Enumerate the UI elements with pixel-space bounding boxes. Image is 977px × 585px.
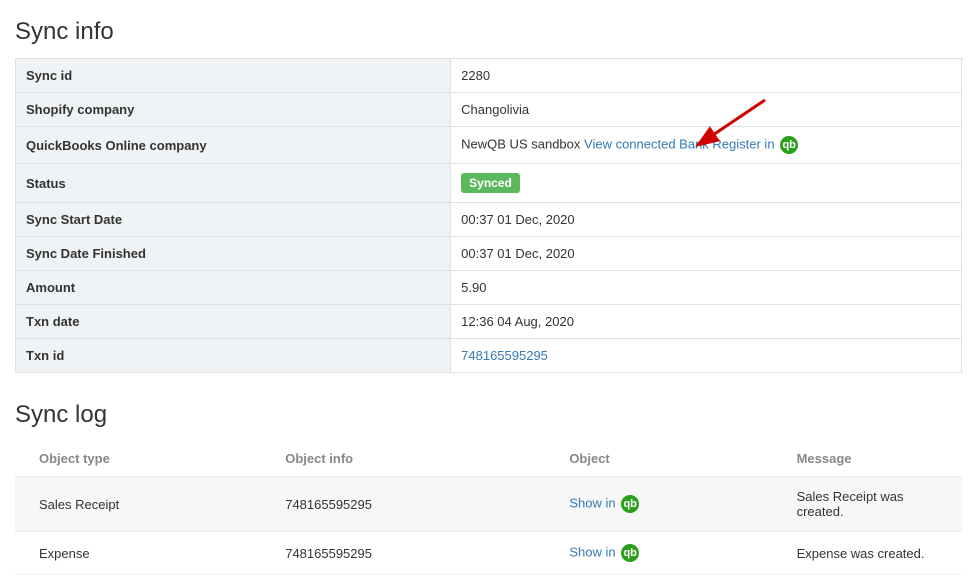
qb-company-label: QuickBooks Online company xyxy=(16,127,451,164)
sync-finished-label: Sync Date Finished xyxy=(16,237,451,271)
show-in-link[interactable]: Show in xyxy=(569,495,615,510)
table-row: Status Synced xyxy=(16,164,962,203)
log-info: 748165595295 xyxy=(261,477,545,532)
table-row: Sync Date Finished 00:37 01 Dec, 2020 xyxy=(16,237,962,271)
sync-id-label: Sync id xyxy=(16,59,451,93)
sync-finished-value: 00:37 01 Dec, 2020 xyxy=(451,237,962,271)
log-message: Expense was created. xyxy=(773,532,962,575)
table-row: Amount 5.90 xyxy=(16,271,962,305)
table-row: Txn date 12:36 04 Aug, 2020 xyxy=(16,305,962,339)
table-row: Sales Receipt 748165595295 Show in qb Sa… xyxy=(15,477,962,532)
log-message: Sales Receipt was created. xyxy=(773,477,962,532)
col-object: Object xyxy=(545,441,772,477)
status-badge: Synced xyxy=(461,173,520,193)
quickbooks-icon: qb xyxy=(780,136,798,154)
amount-value: 5.90 xyxy=(451,271,962,305)
shopify-company-value: Changolivia xyxy=(451,93,962,127)
table-row: Sync Start Date 00:37 01 Dec, 2020 xyxy=(16,203,962,237)
table-row: Sync id 2280 xyxy=(16,59,962,93)
log-type: Expense xyxy=(15,532,261,575)
bank-register-link[interactable]: View connected Bank Register in xyxy=(584,136,775,151)
txn-date-label: Txn date xyxy=(16,305,451,339)
table-row: Shopify company Changolivia xyxy=(16,93,962,127)
amount-label: Amount xyxy=(16,271,451,305)
sync-start-value: 00:37 01 Dec, 2020 xyxy=(451,203,962,237)
col-message: Message xyxy=(773,441,962,477)
col-object-info: Object info xyxy=(261,441,545,477)
txn-id-label: Txn id xyxy=(16,339,451,373)
sync-log-heading: Sync log xyxy=(15,401,962,429)
col-object-type: Object type xyxy=(15,441,261,477)
sync-log-table: Object type Object info Object Message S… xyxy=(15,441,962,575)
quickbooks-icon: qb xyxy=(621,544,639,562)
log-info: 748165595295 xyxy=(261,532,545,575)
table-row: QuickBooks Online company NewQB US sandb… xyxy=(16,127,962,164)
sync-id-value: 2280 xyxy=(451,59,962,93)
sync-start-label: Sync Start Date xyxy=(16,203,451,237)
table-row: Txn id 748165595295 xyxy=(16,339,962,373)
qb-company-value: NewQB US sandbox xyxy=(461,136,580,151)
sync-info-heading: Sync info xyxy=(15,18,962,46)
quickbooks-icon: qb xyxy=(621,495,639,513)
show-in-link[interactable]: Show in xyxy=(569,544,615,559)
shopify-company-label: Shopify company xyxy=(16,93,451,127)
txn-date-value: 12:36 04 Aug, 2020 xyxy=(451,305,962,339)
table-row: Expense 748165595295 Show in qb Expense … xyxy=(15,532,962,575)
log-type: Sales Receipt xyxy=(15,477,261,532)
txn-id-link[interactable]: 748165595295 xyxy=(461,348,548,363)
sync-info-table: Sync id 2280 Shopify company Changolivia… xyxy=(15,58,962,373)
status-label: Status xyxy=(16,164,451,203)
